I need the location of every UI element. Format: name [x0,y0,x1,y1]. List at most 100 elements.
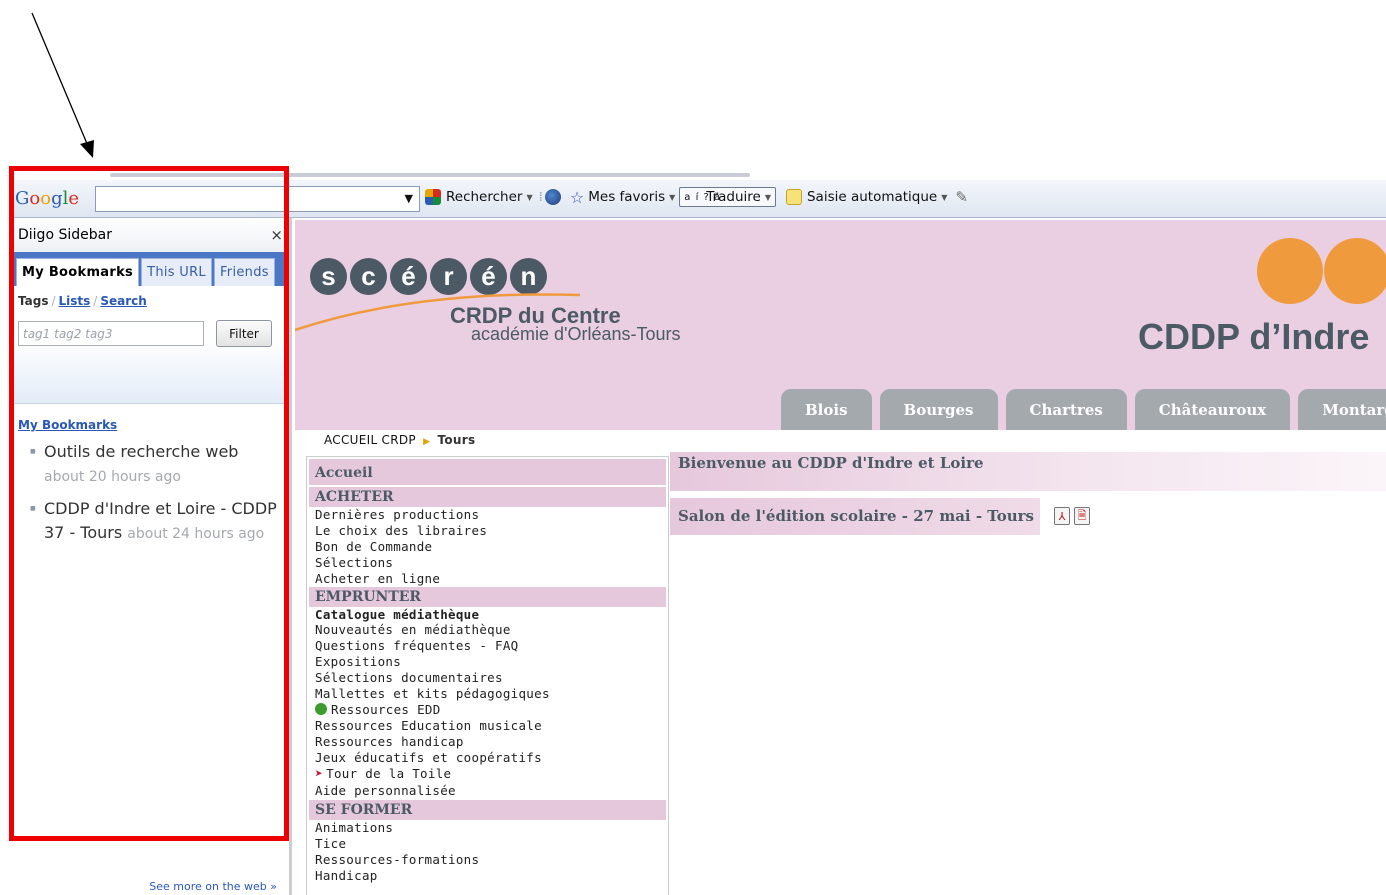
pagerank-globe-icon[interactable] [544,189,561,205]
nav-accueil[interactable]: Accueil [309,459,666,485]
lists-link[interactable]: Lists [59,294,91,308]
filter-panel: Tags / Lists / Search Filter [10,286,289,404]
breadcrumb-home-link[interactable]: ACCUEIL CRDP [324,433,416,447]
nav-item[interactable]: Ressources handicap [309,734,666,750]
separator-icon: ⁞ [538,189,543,205]
translate-icon: a í ? ä [684,191,722,203]
star-icon[interactable]: ☆ [570,188,584,207]
nav-item[interactable]: Sélections documentaires [309,670,666,686]
search-dropdown-icon[interactable]: ▼ [405,192,413,205]
nav-item[interactable]: Mallettes et kits pédagogiques [309,686,666,702]
diigo-sidebar: Diigo Sidebar × My Bookmarks This URL Fr… [10,218,292,895]
chevron-down-icon[interactable]: ▼ [669,193,675,202]
filter-legend: Tags / Lists / Search [18,294,281,308]
news-icons: ⅄ 🗎 [1054,507,1090,525]
cddp-logo-circles [1257,238,1386,304]
my-bookmarks-link[interactable]: My Bookmarks [18,418,283,432]
nav-item[interactable]: Dernières productions [309,507,666,523]
bookmark-title[interactable]: Outils de recherche web [44,442,238,461]
google-toolbar: Google ▼ Rechercher ▼ ⁞ ☆ Mes favoris ▼ … [10,173,1386,218]
chevron-down-icon[interactable]: ▼ [765,193,771,202]
annotation-arrow [31,12,94,158]
google-search-input[interactable] [96,187,386,211]
left-navigation: Accueil ACHETER Dernières productions Le… [306,456,669,895]
nav-item[interactable]: Ressources-formations [309,852,666,868]
nav-item[interactable]: Ressources Education musicale [309,718,666,734]
nav-item[interactable]: Handicap [309,868,666,884]
pencil-icon[interactable]: ✎ [955,188,968,206]
leaf-icon [315,702,327,715]
tab-my-bookmarks[interactable]: My Bookmarks [16,258,140,286]
cddp-title: CDDP d’Indre [1138,316,1370,357]
see-more-link[interactable]: See more on the web » [149,880,277,893]
tab-montargis[interactable]: Montargis [1298,389,1386,430]
pdf-icon[interactable]: ⅄ [1054,507,1070,525]
nav-item[interactable]: Tice [309,836,666,852]
nav-item[interactable]: Bon de Commande [309,539,666,555]
tab-this-url[interactable]: This URL [141,258,212,286]
breadcrumb-current: Tours [437,433,476,447]
sidebar-title: Diigo Sidebar [18,227,112,243]
chevron-down-icon[interactable]: ▼ [941,193,947,202]
red-chevron-icon: ➤ [315,766,324,782]
news-item[interactable]: Salon de l'édition scolaire - 27 mai - T… [670,498,1040,535]
nav-section-emprunter[interactable]: EMPRUNTER [309,586,666,607]
chevron-down-icon[interactable]: ▼ [526,193,532,202]
nav-item[interactable]: Nouveautés en médiathèque [309,622,666,638]
mes-favoris-button[interactable]: Mes favoris ▼ [588,189,675,205]
nav-section-acheter[interactable]: ACHETER [309,487,666,507]
sidebar-header: Diigo Sidebar × [10,218,289,252]
tab-chartres[interactable]: Chartres [1005,389,1127,430]
separator: / [51,294,56,308]
search-link[interactable]: Search [100,294,146,308]
saisie-automatique-button[interactable]: Saisie automatique ▼ [785,189,947,205]
nav-item[interactable]: Animations [309,820,666,836]
bookmark-time: about 24 hours ago [127,526,265,542]
google-logo[interactable]: Google [15,188,95,209]
city-tabs-strip: Blois Bourges Chartres Châteauroux Monta… [295,380,1386,430]
crdp-subtitle: académie d'Orléans-Tours [471,324,681,344]
nav-item-label: Ressources EDD [331,701,441,717]
nav-item[interactable]: Jeux éducatifs et coopératifs [309,750,666,766]
tab-bourges[interactable]: Bourges [879,389,998,430]
nav-item[interactable]: Expositions [309,654,666,670]
traduire-button[interactable]: a í ? ä Traduire ▼ [679,187,776,207]
nav-item-edd[interactable]: Ressources EDD [309,702,666,718]
welcome-heading: Bienvenue au CDDP d'Indre et Loire [670,452,1386,491]
mes-favoris-label: Mes favoris [588,189,666,205]
site-banner: s c é r é n CRDP du Centre académie d'Or… [295,220,1386,380]
window-edge [110,173,750,177]
nav-item[interactable]: Le choix des libraires [309,523,666,539]
sidebar-tabs: My Bookmarks This URL Friends [10,252,289,286]
tags-filter-label[interactable]: Tags [18,294,48,308]
tab-friends[interactable]: Friends [213,258,275,286]
close-icon[interactable]: × [270,226,283,244]
google-search-box[interactable]: ▼ [95,186,420,212]
tag-filter-input[interactable] [18,321,204,346]
nav-item[interactable]: Aide personnalisée [309,783,666,799]
nav-item[interactable]: Questions fréquentes - FAQ [309,638,666,654]
separator: / [93,294,98,308]
tab-blois[interactable]: Blois [781,389,872,430]
breadcrumb: ACCUEIL CRDP ▶ Tours [324,433,475,447]
bookmark-item[interactable]: CDDP d'Indre et Loire - CDDP 37 - Tours … [18,497,283,546]
rechercher-button[interactable]: Rechercher ▼ [425,189,533,205]
nav-item[interactable]: Acheter en ligne [309,571,666,587]
nav-item[interactable]: Catalogue médiathèque [309,607,666,623]
autofill-icon [785,189,802,205]
rechercher-label: Rechercher [446,189,523,205]
google-search-icon [425,189,441,205]
website-page: s c é r é n CRDP du Centre académie d'Or… [295,220,1386,895]
bookmark-time: about 20 hours ago [44,469,181,485]
screenshot: Google ▼ Rechercher ▼ ⁞ ☆ Mes favoris ▼ … [0,0,1386,895]
traduire-label: Traduire [706,189,761,205]
filter-button[interactable]: Filter [216,320,272,347]
nav-item[interactable]: Sélections [309,555,666,571]
saisie-automatique-label: Saisie automatique [806,189,938,205]
nav-section-se-former[interactable]: SE FORMER [309,800,666,821]
tab-chateauroux[interactable]: Châteauroux [1134,389,1291,430]
bookmark-item[interactable]: Outils de recherche web about 20 hours a… [18,440,283,489]
nav-item-tour-toile[interactable]: ➤ Tour de la Toile [309,766,666,783]
document-icon[interactable]: 🗎 [1074,507,1090,525]
breadcrumb-arrow-icon: ▶ [423,437,431,447]
